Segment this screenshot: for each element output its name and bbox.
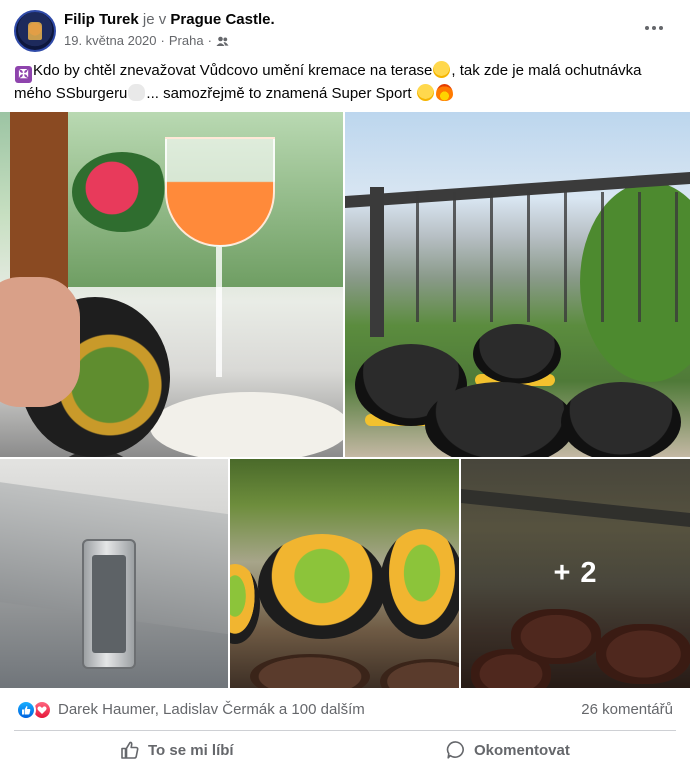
photo-patty: [380, 659, 459, 688]
photo-badge: [82, 539, 136, 669]
comment-label: Okomentovat: [474, 741, 570, 759]
comment-bubble-icon: [446, 740, 466, 760]
place-suffix: .: [270, 11, 275, 28]
like-button[interactable]: To se mi líbí: [120, 734, 234, 766]
photo-bun: [473, 324, 561, 384]
post-header: Filip Turek je v Prague Castle. 19. květ…: [0, 0, 690, 56]
photo-burger-closeup[interactable]: [230, 459, 459, 688]
reactions-bar: Darek Haumer, Ladislav Čermák a 100 dalš…: [0, 690, 690, 730]
photo-badge-inner: [92, 555, 126, 653]
post-text-part3: ... samozřejmě to znamená Super Sport: [146, 85, 416, 102]
photo-hand: [0, 277, 80, 407]
friends-icon[interactable]: [216, 36, 229, 47]
post-meta: 19. května 2020 · Praha ·: [64, 33, 229, 49]
post-location[interactable]: Praha: [169, 33, 204, 49]
cross-emoji-icon: ✠: [15, 66, 32, 83]
photo-bun: [561, 382, 681, 457]
photo-flowers: [72, 152, 172, 232]
photo-glass-stem: [216, 247, 222, 377]
photo-grill-more[interactable]: + 2: [461, 459, 690, 688]
photo-burger-drink[interactable]: [0, 112, 343, 457]
photo-railing-post: [370, 187, 384, 337]
meta-dot: ·: [160, 33, 165, 48]
photo-rolls-royce-badge[interactable]: [0, 459, 228, 688]
reaction-icons[interactable]: [16, 700, 54, 720]
photo-burger: [380, 529, 459, 639]
photo-burger: [258, 534, 386, 639]
post-text-part1: Kdo by chtěl znevažovat Vůdcovo umění kr…: [33, 62, 433, 79]
connector-text: je v: [142, 11, 167, 28]
post-date[interactable]: 19. května 2020: [64, 33, 157, 49]
skull-emoji-icon: [128, 84, 146, 101]
meta-dot: ·: [207, 33, 212, 48]
photo-railing-bars: [345, 192, 690, 322]
comment-count[interactable]: 26 komentářů: [581, 701, 673, 719]
photo-burger: [230, 564, 260, 644]
place-link[interactable]: Prague Castle: [170, 11, 270, 28]
post-text: ✠ Kdo by chtěl znevažovat Vůdcovo umění k…: [14, 60, 674, 105]
photo-bun: [425, 382, 575, 457]
grimace-emoji-icon: [433, 61, 451, 78]
like-label: To se mi líbí: [148, 741, 234, 759]
more-options-icon[interactable]: [636, 16, 672, 40]
grin-emoji-icon: [416, 84, 434, 101]
reaction-names[interactable]: Darek Haumer, Ladislav Čermák a 100 dalš…: [58, 701, 365, 719]
photo-plate: [150, 392, 343, 457]
more-photos-overlay[interactable]: + 2: [461, 459, 690, 688]
avatar-emblem: [28, 22, 42, 40]
fire-emoji-icon: [435, 84, 453, 101]
like-reaction-icon: [16, 700, 36, 720]
photo-patty: [250, 654, 370, 688]
photo-burgers-view[interactable]: [345, 112, 690, 457]
thumbs-up-icon: [120, 740, 140, 760]
comment-button[interactable]: Okomentovat: [446, 734, 570, 766]
post-actions: To se mi líbí Okomentovat: [0, 731, 690, 768]
author-name[interactable]: Filip Turek: [64, 11, 139, 28]
author-line: Filip Turek je v Prague Castle.: [64, 11, 275, 29]
more-photos-count: + 2: [553, 557, 598, 589]
feed-post: Filip Turek je v Prague Castle. 19. květ…: [0, 0, 690, 768]
photo-glass: [165, 137, 275, 247]
author-avatar[interactable]: [14, 10, 56, 52]
